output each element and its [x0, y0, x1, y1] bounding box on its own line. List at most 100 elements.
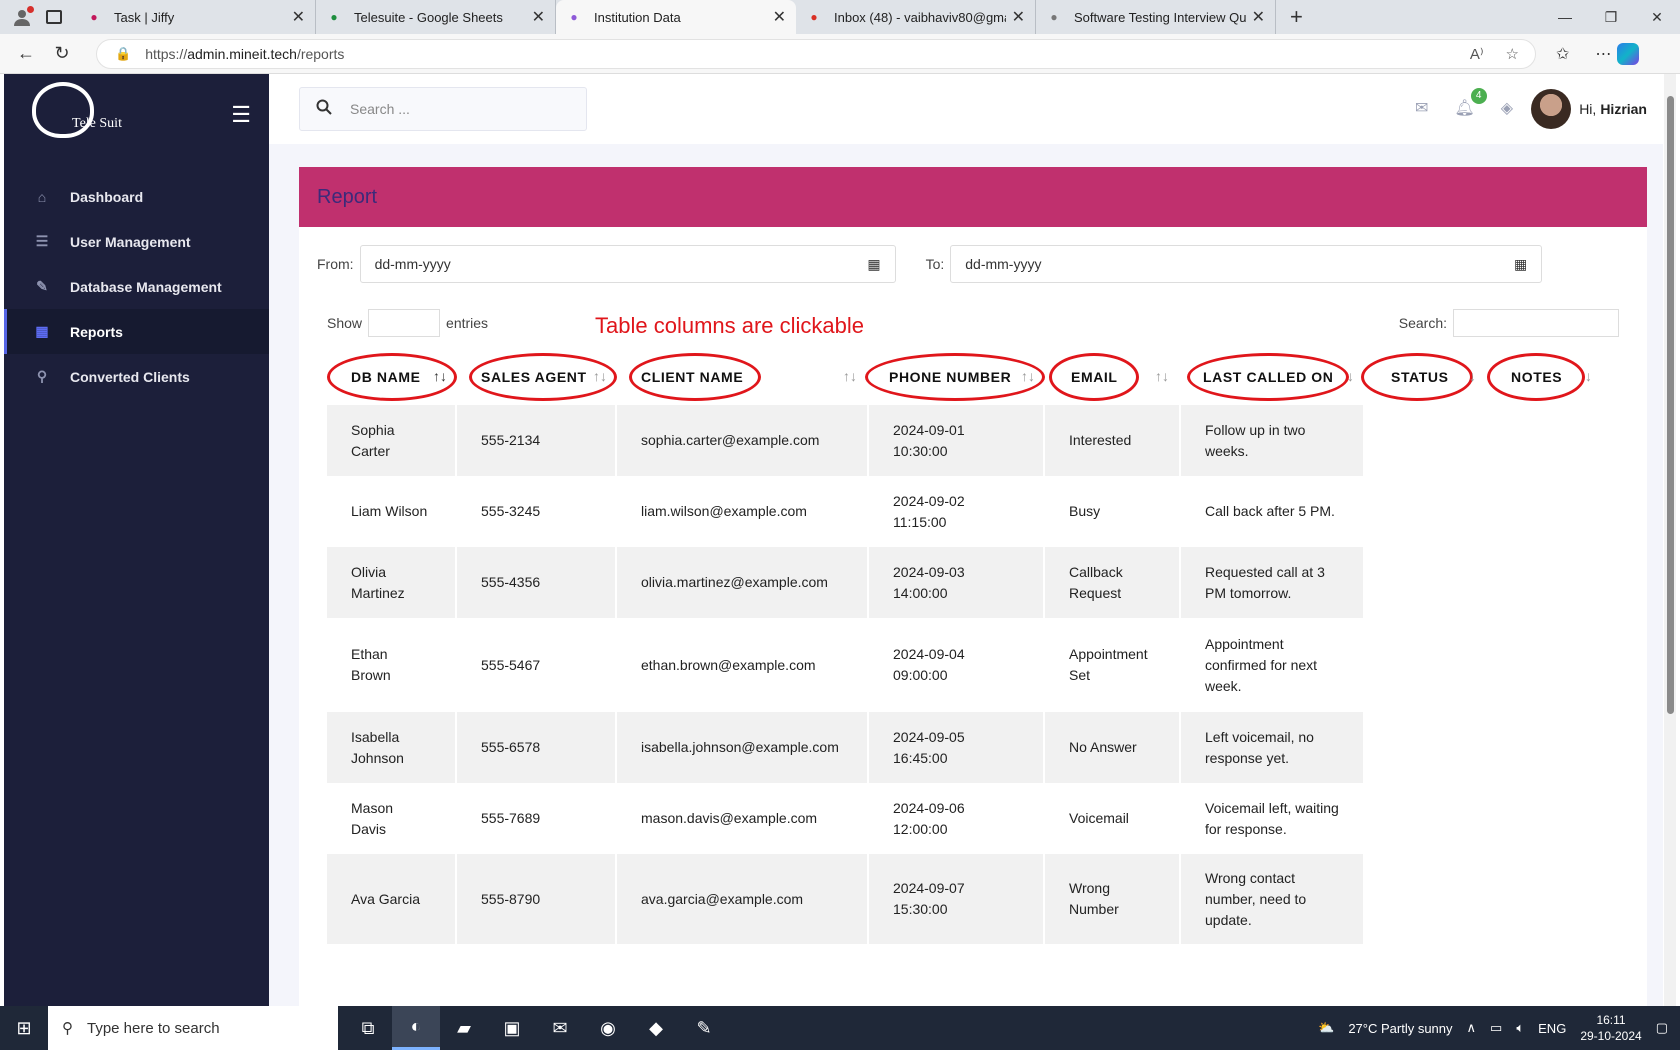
network-icon[interactable]: ▭	[1490, 1020, 1502, 1036]
sidebar-item-label: Database Management	[70, 278, 222, 295]
column-header-status[interactable]: STATUS	[1391, 357, 1449, 397]
from-date-input[interactable]: dd-mm-yyyy ▦	[359, 245, 896, 283]
mail-app-icon[interactable]: ✉	[536, 1006, 584, 1050]
column-header-sales-agent[interactable]: SALES AGENT	[481, 357, 587, 397]
table-row[interactable]: Sophia Carter 555-2134 sophia.carter@examp…	[327, 405, 1365, 476]
close-tab-icon[interactable]: ✕	[1012, 7, 1025, 27]
browser-tab[interactable]: ● Inbox (48) - vaibhaviv80@gmail.c ✕	[796, 0, 1036, 34]
task-view-icon[interactable]: ⧉	[344, 1006, 392, 1050]
windows-start-icon[interactable]: ⊞	[0, 1018, 48, 1039]
edge-icon[interactable]: ◐	[392, 1006, 440, 1050]
browser-tab[interactable]: ● Software Testing Interview Questi ✕	[1036, 0, 1276, 34]
table-search-input[interactable]	[1453, 309, 1619, 337]
topbar: Search ... ✉ 🔔︎ 4 ◈ Hi, Hizrian	[269, 74, 1663, 144]
tray-chevron-icon[interactable]: ∧	[1467, 1020, 1477, 1036]
file-explorer-icon[interactable]: ▰	[440, 1006, 488, 1050]
table-cell: 2024-09-06 12:00:00	[869, 783, 1045, 854]
clock[interactable]: 16:11 29-10-2024	[1580, 1012, 1641, 1044]
tab-actions-icon[interactable]	[46, 10, 62, 24]
page-scrollbar[interactable]	[1664, 74, 1676, 1006]
close-tab-icon[interactable]: ✕	[773, 7, 786, 27]
bell-icon[interactable]: 🔔︎ 4	[1454, 88, 1487, 118]
table-cell: Wrong contact number, need to update.	[1181, 854, 1365, 944]
report-title: Report	[299, 167, 1647, 227]
calendar-icon[interactable]: ▦	[867, 256, 880, 273]
annotation-hint: Table columns are clickable	[595, 313, 865, 338]
sort-icon[interactable]: ↓	[1469, 368, 1476, 384]
favorites-icon[interactable]: ✩	[1556, 44, 1569, 64]
table-row[interactable]: Olivia Martinez 555-4356 olivia.martinez@e…	[327, 547, 1365, 618]
column-header-client-name[interactable]: CLIENT NAME	[641, 357, 743, 397]
sidebar-item-converted-clients[interactable]: ⚲ Converted Clients	[4, 354, 269, 399]
column-header-phone-number[interactable]: PHONE NUMBER	[889, 357, 1011, 397]
url-field[interactable]: 🔒 https://admin.mineit.tech/reports A⁾ ☆	[96, 38, 1536, 69]
browser-tab[interactable]: ● Institution Data ✕	[556, 0, 796, 34]
global-search-input[interactable]: Search ...	[299, 87, 587, 131]
reload-button[interactable]: ↻	[44, 43, 80, 64]
close-window-button[interactable]: ✕	[1634, 9, 1680, 26]
url-path: /reports	[296, 45, 345, 62]
from-label: From:	[317, 256, 354, 272]
sort-icon[interactable]: ↓	[1347, 368, 1354, 384]
table-cell: 555-7689	[457, 783, 617, 854]
sort-icon[interactable]: ↑↓	[1021, 368, 1035, 384]
sort-icon[interactable]: ↑↓	[433, 368, 447, 384]
sort-icon[interactable]: ↑↓	[1155, 368, 1169, 384]
favorite-star-icon[interactable]: ☆	[1506, 45, 1519, 63]
table-row[interactable]: Mason Davis 555-7689 mason.davis@example.c…	[327, 783, 1365, 854]
sidebar-item-reports[interactable]: ▦ Reports	[4, 309, 269, 354]
sidebar-item-dashboard[interactable]: ⌂ Dashboard	[4, 174, 269, 219]
taskbar-search-input[interactable]: ⚲ Type here to search	[48, 1006, 338, 1050]
fingerprint-icon: ●	[90, 10, 98, 24]
close-tab-icon[interactable]: ✕	[292, 7, 305, 27]
brave-icon[interactable]: ◆	[632, 1006, 680, 1050]
table-row[interactable]: Liam Wilson 555-3245 liam.wilson@example.c…	[327, 476, 1365, 547]
close-tab-icon[interactable]: ✕	[532, 7, 545, 27]
browser-tab[interactable]: ● Telesuite - Google Sheets ✕	[316, 0, 556, 34]
entries-select[interactable]	[368, 309, 441, 337]
column-header-notes[interactable]: NOTES	[1511, 357, 1562, 397]
sort-icon[interactable]: ↑↓	[593, 368, 607, 384]
sort-icon[interactable]: ↓	[1585, 368, 1592, 384]
hamburger-menu-icon[interactable]: ☰	[231, 102, 251, 128]
weather-text[interactable]: 27°C Partly sunny	[1348, 1021, 1452, 1036]
chrome-icon[interactable]: ◉	[584, 1006, 632, 1050]
read-aloud-icon[interactable]: A⁾	[1470, 45, 1484, 63]
weather-icon[interactable]: ⛅	[1318, 1020, 1334, 1036]
app-logo[interactable]: Tele Suit ☰	[4, 74, 269, 174]
table-row[interactable]: Isabella Johnson 555-6578 isabella.johnson…	[327, 712, 1365, 783]
browser-tab[interactable]: ● Task | Jiffy ✕	[76, 0, 316, 34]
close-tab-icon[interactable]: ✕	[1252, 7, 1265, 27]
paint-icon[interactable]: ✎	[680, 1006, 728, 1050]
volume-icon[interactable]: 🔈︎	[1516, 1020, 1524, 1036]
user-menu[interactable]: Hi, Hizrian	[1531, 89, 1647, 129]
column-header-email[interactable]: EMAIL	[1071, 357, 1118, 397]
mail-icon[interactable]: ✉	[1415, 98, 1428, 118]
minimize-button[interactable]: —	[1542, 9, 1588, 26]
column-header-last-called-on[interactable]: LAST CALLED ON	[1203, 357, 1334, 397]
language-indicator[interactable]: ENG	[1538, 1021, 1566, 1036]
scrollbar-thumb[interactable]	[1667, 96, 1674, 714]
globe-icon: ●	[1050, 10, 1058, 24]
new-tab-button[interactable]: +	[1290, 4, 1303, 30]
table-row[interactable]: Ethan Brown 555-5467 ethan.brown@example.c…	[327, 618, 1365, 712]
sort-icon[interactable]: ↑↓	[843, 368, 857, 384]
table-row[interactable]: Ava Garcia 555-8790 ava.garcia@example.com…	[327, 854, 1365, 944]
store-icon[interactable]: ▣	[488, 1006, 536, 1050]
back-button[interactable]: ←	[8, 43, 44, 64]
clock-date: 29-10-2024	[1580, 1029, 1642, 1043]
layers-icon[interactable]: ◈	[1501, 98, 1513, 118]
column-header-db-name[interactable]: DB NAME	[351, 357, 421, 397]
sidebar-item-database-management[interactable]: ✎ Database Management	[4, 264, 269, 309]
entries-label: entries	[446, 315, 489, 331]
url-prefix: https://	[145, 45, 188, 62]
to-date-input[interactable]: dd-mm-yyyy ▦	[950, 245, 1543, 283]
calendar-icon[interactable]: ▦	[1514, 256, 1527, 273]
copilot-icon[interactable]	[1617, 42, 1640, 65]
profile-icon[interactable]	[0, 0, 44, 34]
more-menu-icon[interactable]: ⋯	[1595, 44, 1611, 64]
sidebar-item-user-management[interactable]: ☰ User Management	[4, 219, 269, 264]
notifications-icon[interactable]: ▢	[1656, 1020, 1668, 1036]
table-cell: 2024-09-04 09:00:00	[869, 618, 1045, 712]
restore-button[interactable]: ❐	[1588, 9, 1634, 26]
